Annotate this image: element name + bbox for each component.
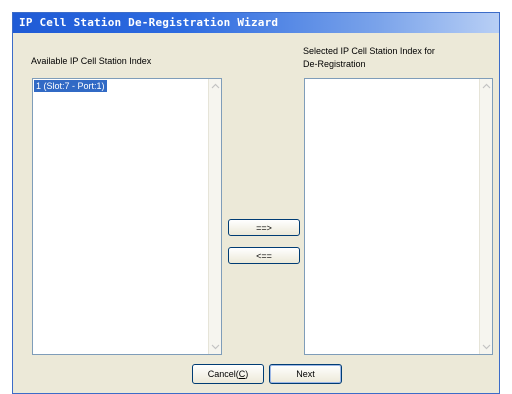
selected-list-label-line2: De-Registration bbox=[303, 59, 366, 69]
available-list-label: Available IP Cell Station Index bbox=[31, 56, 152, 66]
cancel-label-suffix: ) bbox=[245, 369, 249, 379]
cancel-button[interactable]: Cancel(C) bbox=[192, 364, 264, 384]
available-listbox[interactable]: 1 (Slot:7 - Port:1) bbox=[32, 78, 222, 355]
wizard-window: IP Cell Station De-Registration Wizard A… bbox=[12, 12, 500, 394]
selected-listbox[interactable] bbox=[304, 78, 493, 355]
scroll-up-icon[interactable] bbox=[481, 80, 492, 92]
vertical-scrollbar[interactable] bbox=[208, 79, 221, 354]
next-button[interactable]: Next bbox=[269, 364, 342, 384]
vertical-scrollbar[interactable] bbox=[479, 79, 492, 354]
title-bar[interactable]: IP Cell Station De-Registration Wizard bbox=[13, 13, 499, 33]
remove-from-selected-button[interactable]: <== bbox=[228, 247, 300, 264]
scroll-down-icon[interactable] bbox=[481, 341, 492, 353]
add-to-selected-button[interactable]: ==> bbox=[228, 219, 300, 236]
scroll-up-icon[interactable] bbox=[210, 80, 221, 92]
scroll-down-icon[interactable] bbox=[210, 341, 221, 353]
cancel-label-prefix: Cancel( bbox=[207, 369, 239, 379]
window-title: IP Cell Station De-Registration Wizard bbox=[19, 16, 279, 29]
selected-list-label-line1: Selected IP Cell Station Index for bbox=[303, 46, 435, 56]
list-item[interactable]: 1 (Slot:7 - Port:1) bbox=[34, 80, 107, 92]
